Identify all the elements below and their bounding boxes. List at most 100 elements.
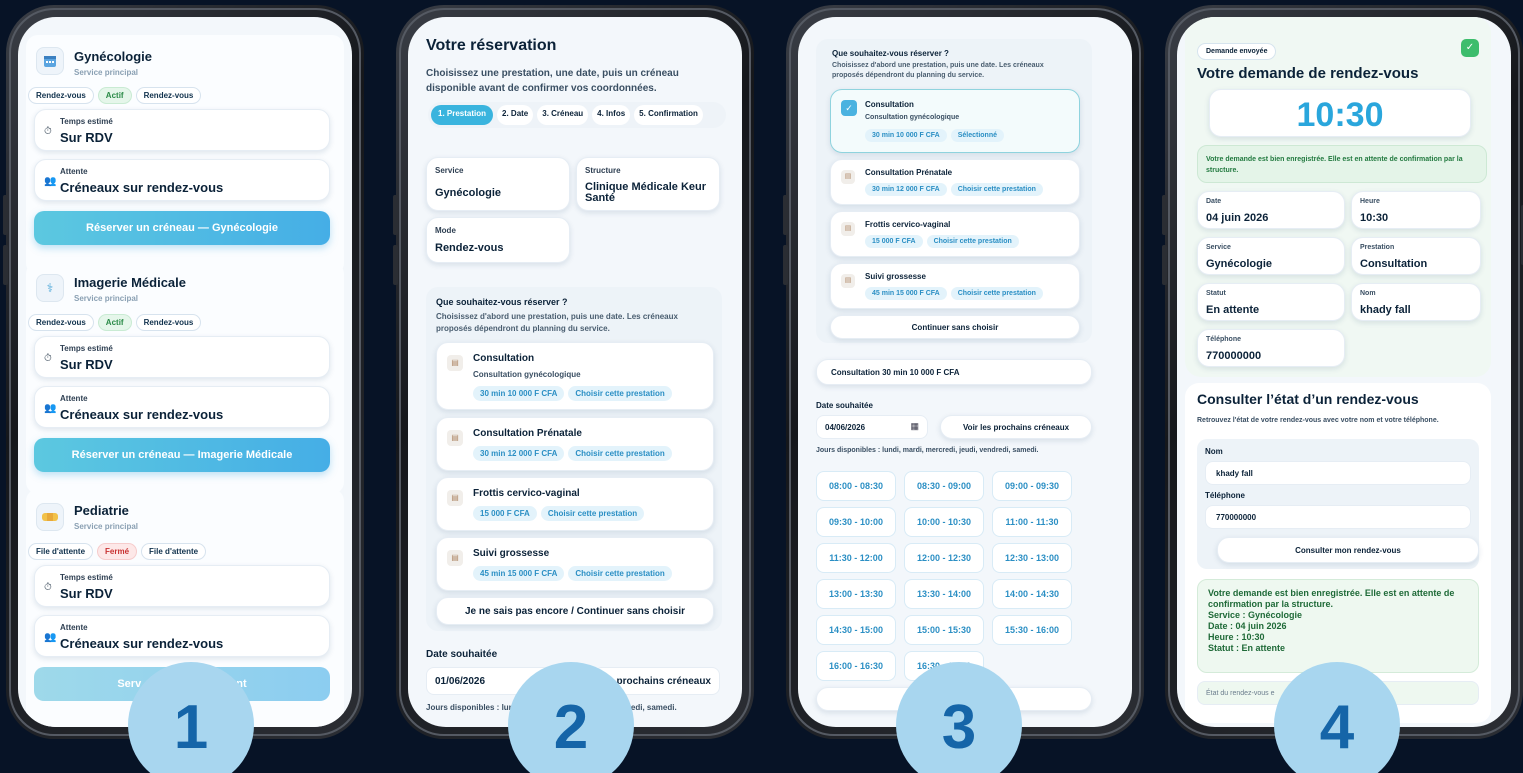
field-label: Service	[1206, 244, 1231, 251]
prestation-name: Consultation	[473, 353, 535, 364]
time-slot[interactable]: 15:00 - 15:30	[904, 615, 984, 645]
service-info-card: Service Gynécologie	[426, 157, 570, 211]
choose-tag[interactable]: Choisir cette prestation	[568, 566, 672, 581]
choose-tag[interactable]: Choisir cette prestation	[950, 183, 1043, 196]
name-input[interactable]: khady fall	[1205, 461, 1471, 485]
structure-label: Structure	[585, 166, 621, 175]
prestation-name: Consultation Prénatale	[865, 168, 953, 177]
choose-tag[interactable]: Choisir cette prestation	[568, 386, 672, 401]
prestation-tags: 30 min 12 000 F CFA Choisir cette prestat…	[473, 446, 676, 461]
result-hour: Heure : 10:30	[1208, 632, 1265, 642]
time-slot[interactable]: 14:00 - 14:30	[992, 579, 1072, 609]
field-value: khady fall	[1360, 304, 1411, 316]
time-slot[interactable]: 16:00 - 16:30	[816, 651, 896, 681]
selected-summary: Consultation 30 min 10 000 F CFA	[816, 359, 1092, 385]
phone-screen-2: Votre réservation Choisissez une prestat…	[408, 17, 742, 727]
time-slot[interactable]: 14:30 - 15:00	[816, 615, 896, 645]
structure-value: Clinique Médicale Keur Santé	[585, 181, 707, 204]
time-slot[interactable]: 11:30 - 12:00	[816, 543, 896, 573]
prestation-tags: 30 min 10 000 F CFA Choisir cette prestat…	[473, 386, 676, 401]
price-tag: 45 min 15 000 F CFA	[473, 566, 565, 581]
date-input[interactable]: 04/06/2026 ▦	[816, 415, 928, 439]
time-slot[interactable]: 13:30 - 14:00	[904, 579, 984, 609]
prestation-option[interactable]: ▤ Consultation Prénatale 30 min 12 000 F…	[830, 159, 1080, 205]
document-icon: ▤	[447, 355, 463, 371]
bandage-icon	[36, 503, 64, 531]
tab-prestation[interactable]: 1. Prestation	[431, 105, 494, 125]
available-days: Jours disponibles : lundi, mardi, mercre…	[816, 447, 1039, 454]
time-slot[interactable]: 09:00 - 09:30	[992, 471, 1072, 501]
field-value: En attente	[1206, 304, 1260, 316]
prestation-tags: 15 000 F CFA Choisir cette prestation	[865, 234, 1023, 248]
people-icon: 👥	[44, 632, 57, 643]
book-slot-button[interactable]: Réserver un créneau — Imagerie Médicale	[34, 438, 330, 472]
time-slot[interactable]: 08:00 - 08:30	[816, 471, 896, 501]
time-slot[interactable]: 08:30 - 09:00	[904, 471, 984, 501]
document-icon: ▤	[841, 274, 855, 288]
people-icon: 👥	[44, 403, 57, 414]
book-slot-button[interactable]: Réserver un créneau — Gynécologie	[34, 211, 330, 245]
wait-label: Attente	[60, 394, 88, 403]
prestation-option[interactable]: ▤ Frottis cervico-vaginal 15 000 F CFA Ch…	[436, 477, 714, 531]
hour-field: Heure 10:30	[1351, 191, 1481, 229]
choose-tag[interactable]: Choisir cette prestation	[950, 287, 1043, 300]
tab-creneau[interactable]: 3. Créneau	[537, 105, 589, 125]
stopwatch-icon: ⏱	[44, 582, 52, 593]
time-slot[interactable]: 10:00 - 10:30	[904, 507, 984, 537]
time-slot[interactable]: 15:30 - 16:00	[992, 615, 1072, 645]
prestation-option[interactable]: ▤ Consultation Prénatale 30 min 12 000 F…	[436, 417, 714, 471]
phone-input[interactable]: 770000000	[1205, 505, 1471, 529]
calendar-icon	[36, 47, 64, 75]
time-slot[interactable]: 13:00 - 13:30	[816, 579, 896, 609]
date-label: Date souhaitée	[426, 649, 498, 660]
status-badge: Actif	[97, 87, 132, 104]
phone-mockup-2: Votre réservation Choisissez une prestat…	[393, 5, 754, 739]
available-days-start: Jours disponibles : lun	[426, 703, 514, 712]
price-tag: 30 min 12 000 F CFA	[473, 446, 565, 461]
time-slot[interactable]: 09:30 - 10:00	[816, 507, 896, 537]
request-title: Votre demande de rendez-vous	[1197, 65, 1419, 82]
result-service: Service : Gynécologie	[1208, 610, 1303, 620]
price-tag: 45 min 15 000 F CFA	[865, 287, 947, 300]
confirmation-notice: Votre demande est bien enregistrée. Elle…	[1197, 145, 1487, 183]
time-slot[interactable]: 12:30 - 13:00	[992, 543, 1072, 573]
phone-mockup-4: Demande envoyée ✓ Votre demande de rende…	[1162, 5, 1523, 739]
field-label: Heure	[1360, 198, 1380, 205]
document-icon: ▤	[841, 170, 855, 184]
wait-card: 👥 Attente Créneaux sur rendez-vous	[34, 615, 330, 657]
prestation-option[interactable]: ▤ Suivi grossesse 45 min 15 000 F CFA Cho…	[436, 537, 714, 591]
time-slot[interactable]: 11:00 - 11:30	[992, 507, 1072, 537]
prestation-field: Prestation Consultation	[1351, 237, 1481, 275]
choose-tag[interactable]: Choisir cette prestation	[540, 506, 645, 521]
estimated-time-value: Sur RDV	[60, 130, 113, 145]
phone-label: Téléphone	[1205, 491, 1246, 500]
tab-date[interactable]: 2. Date	[497, 105, 534, 125]
selected-tag: Sélectionné	[950, 129, 1004, 142]
skip-button[interactable]: Continuer sans choisir	[830, 315, 1080, 339]
choose-tag[interactable]: Choisir cette prestation	[568, 446, 672, 461]
prestation-option[interactable]: ▤ Frottis cervico-vaginal 15 000 F CFA Ch…	[830, 211, 1080, 257]
field-label: Téléphone	[1206, 336, 1242, 343]
tab-confirmation[interactable]: 5. Confirmation	[634, 105, 703, 125]
calendar-icon[interactable]: ▦	[910, 421, 919, 432]
prestation-name: Suivi grossesse	[473, 548, 550, 559]
time-slot[interactable]: 12:00 - 12:30	[904, 543, 984, 573]
result-status: Statut : En attente	[1208, 643, 1286, 653]
prestation-name: Suivi grossesse	[865, 272, 926, 281]
service-field: Service Gynécologie	[1197, 237, 1345, 275]
skip-button[interactable]: Je ne sais pas encore / Continuer sans c…	[436, 597, 714, 625]
name-field: Nom khady fall	[1351, 283, 1481, 321]
choose-tag[interactable]: Choisir cette prestation	[926, 235, 1019, 248]
prestation-option-selected[interactable]: ✓ Consultation Consultation gynécologiqu…	[830, 89, 1080, 153]
stopwatch-icon: ⏱	[44, 353, 52, 364]
confirmation-card: Demande envoyée ✓ Votre demande de rende…	[1185, 17, 1491, 377]
status-badge: Fermé	[97, 543, 138, 560]
prestation-option[interactable]: ▤ Suivi grossesse 45 min 15 000 F CFA Cho…	[830, 263, 1080, 309]
page-title: Votre réservation	[426, 37, 557, 54]
next-slots-button[interactable]: Voir les prochains créneaux	[940, 415, 1092, 439]
prestation-option[interactable]: ▤ Consultation Consultation gynécologiqu…	[436, 342, 714, 410]
tab-infos[interactable]: 4. Infos	[592, 105, 631, 125]
lookup-button[interactable]: Consulter mon rendez-vous	[1217, 537, 1479, 563]
people-icon: 👥	[44, 176, 57, 187]
service-badges: Rendez-vous Actif Rendez-vous	[28, 87, 205, 104]
